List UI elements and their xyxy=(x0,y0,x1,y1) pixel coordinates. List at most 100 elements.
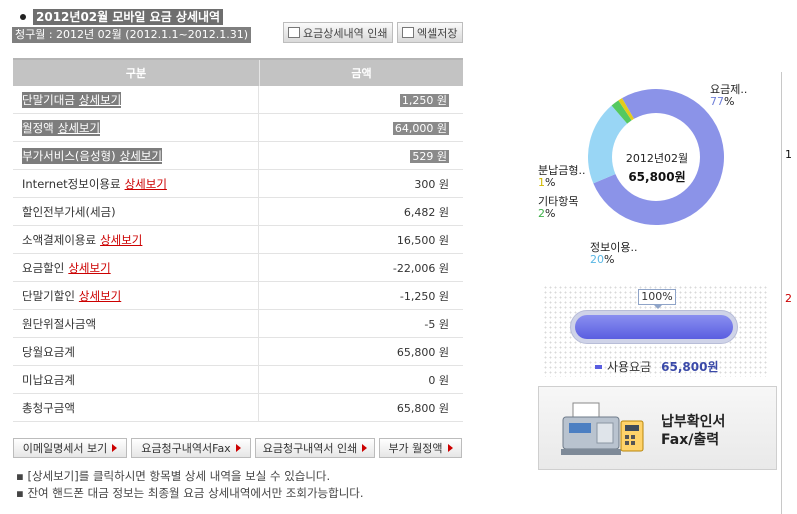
row-label-text: 할인전부가세(세금) xyxy=(22,204,116,219)
print-bill-button[interactable]: 요금청구내역서 인쇄 xyxy=(255,438,375,458)
note-device: ▪ 잔여 핸드폰 대금 정보는 최종월 요금 상세내역에서만 조회가능합니다. xyxy=(16,486,364,500)
row-amount: 300 원 xyxy=(259,176,463,192)
row-amount-text: -1,250 원 xyxy=(399,289,449,303)
print-details-label: 요금상세내역 인쇄 xyxy=(303,26,388,40)
row-label-text: 소액결제이용료 xyxy=(22,232,97,247)
payment-confirmation-fax-button[interactable]: 납부확인서 Fax/출력 xyxy=(538,386,777,470)
slice-label-info: 정보이용.. 20% xyxy=(590,242,637,266)
arrow-right-icon xyxy=(112,444,118,452)
row-amount: -5 원 xyxy=(259,316,463,332)
row-label: 요금할인 상세보기 xyxy=(13,254,259,281)
percent-sign: % xyxy=(724,95,735,108)
table-row: 부가서비스(음성형) 상세보기 529 원 xyxy=(13,142,463,170)
edge-fragment-2: 2 xyxy=(785,292,792,305)
arrow-right-icon xyxy=(362,444,368,452)
note-detail: ▪ [상세보기]를 클릭하시면 항목별 상세 내역을 보실 수 있습니다. xyxy=(16,469,331,483)
detail-link[interactable]: 상세보기 xyxy=(115,147,162,164)
charge-table: 구분 금액 단말기대금 상세보기 1,250 원 월정액 상세보기 64,000 원 부가서… xyxy=(13,58,463,422)
arrow-right-icon xyxy=(447,444,453,452)
table-row: 단말기할인 상세보기 -1,250 원 xyxy=(13,282,463,310)
row-amount-text: 65,800 원 xyxy=(396,401,449,415)
row-label-text: Internet정보이용료 xyxy=(22,176,121,191)
slice-label-info-percent: 20 xyxy=(590,253,604,266)
row-amount: 65,800 원 xyxy=(259,400,463,416)
detail-link[interactable]: 상세보기 xyxy=(100,232,142,248)
row-amount-text: 529 원 xyxy=(410,149,449,163)
row-label: 단말기대금 상세보기 xyxy=(13,86,259,113)
page-title: 2012년02월 모바일 요금 상세내역 xyxy=(33,9,224,25)
usage-percent-bubble: 100% xyxy=(638,289,676,309)
row-amount-text: 65,800 원 xyxy=(396,345,449,359)
note-detail-text: [상세보기]를 클릭하시면 항목별 상세 내역을 보실 수 있습니다. xyxy=(27,469,331,483)
email-statement-label: 이메일명세서 보기 xyxy=(22,442,108,455)
title-bullet-icon xyxy=(20,14,26,20)
row-amount-text: 300 원 xyxy=(414,177,449,191)
billing-period: 청구월 : 2012년 02월 (2012.1.1~2012.1.31) xyxy=(12,27,252,43)
legend-swatch-icon xyxy=(595,364,602,369)
row-label: 미납요금계 xyxy=(13,366,259,393)
row-label-text: 원단위절사금액 xyxy=(22,316,97,331)
detail-link[interactable]: 상세보기 xyxy=(125,176,167,192)
detail-link[interactable]: 상세보기 xyxy=(74,91,122,108)
table-row: 월정액 상세보기 64,000 원 xyxy=(13,114,463,142)
row-label-text: 부가서비스(음성형) xyxy=(22,147,116,164)
arrow-right-icon xyxy=(235,444,241,452)
slice-label-installment-percent: 1 xyxy=(538,176,545,189)
table-row: 미납요금계 0 원 xyxy=(13,366,463,394)
usage-legend-label: 사용요금 xyxy=(607,360,652,374)
right-panel-edge xyxy=(781,72,782,514)
row-label: 할인전부가세(세금) xyxy=(13,198,259,225)
row-label-text: 요금할인 xyxy=(22,260,65,275)
excel-icon xyxy=(402,27,414,38)
table-row: 총청구금액 65,800 원 xyxy=(13,394,463,422)
excel-save-button[interactable]: 엑셀저장 xyxy=(397,22,463,43)
row-amount-text: 16,500 원 xyxy=(396,233,449,247)
row-amount: -22,006 원 xyxy=(259,260,463,276)
detail-link[interactable]: 상세보기 xyxy=(53,119,101,136)
donut-center-total: 65,800원 xyxy=(628,170,686,184)
slice-label-installment: 분납금형.. 1% xyxy=(538,165,585,189)
row-amount: 1,250 원 xyxy=(259,92,463,108)
row-amount: 529 원 xyxy=(259,148,463,164)
email-statement-button[interactable]: 이메일명세서 보기 xyxy=(13,438,127,458)
col-item-header: 구분 xyxy=(125,67,147,80)
fax-line1: 납부확인서 xyxy=(661,414,726,430)
percent-sign: % xyxy=(545,207,556,220)
slice-label-etc: 기타항목 2% xyxy=(538,196,578,220)
row-amount: 6,482 원 xyxy=(259,204,463,220)
row-label-text: 당월요금계 xyxy=(22,344,75,359)
row-amount-text: -22,006 원 xyxy=(392,261,449,275)
vat-flat-button[interactable]: 부가 월정액 xyxy=(379,438,462,458)
detail-link[interactable]: 상세보기 xyxy=(79,288,121,304)
note-device-text: 잔여 핸드폰 대금 정보는 최종월 요금 상세내역에서만 조회가능합니다. xyxy=(27,486,364,500)
usage-legend: 사용요금 65,800원 xyxy=(595,358,719,375)
table-row: 할인전부가세(세금) 6,482 원 xyxy=(13,198,463,226)
row-amount-text: -5 원 xyxy=(424,317,449,331)
donut-center-month: 2012년02월 xyxy=(625,152,689,165)
row-amount: -1,250 원 xyxy=(259,288,463,304)
row-label: 총청구금액 xyxy=(13,394,259,421)
row-amount-text: 0 원 xyxy=(428,373,449,387)
fax-machine-icon xyxy=(561,402,644,455)
table-row: 단말기대금 상세보기 1,250 원 xyxy=(13,86,463,114)
donut-center: 2012년02월 65,800원 xyxy=(617,150,697,185)
detail-link[interactable]: 상세보기 xyxy=(68,260,110,276)
fax-bill-button[interactable]: 요금청구내역서Fax xyxy=(131,438,251,458)
fax-line2: Fax/출력 xyxy=(661,432,720,448)
edge-fragment-1: 1 xyxy=(785,148,792,161)
slice-label-plan-percent: 77 xyxy=(710,95,724,108)
table-row: 당월요금계 65,800 원 xyxy=(13,338,463,366)
print-bill-label: 요금청구내역서 인쇄 xyxy=(262,442,358,455)
table-row: Internet정보이용료 상세보기 300 원 xyxy=(13,170,463,198)
row-label-text: 미납요금계 xyxy=(22,372,75,387)
row-amount: 64,000 원 xyxy=(259,120,463,136)
fax-bill-label: 요금청구내역서Fax xyxy=(141,442,231,455)
table-header: 구분 금액 xyxy=(13,60,463,86)
row-label-text: 월정액 xyxy=(22,119,54,136)
percent-sign: % xyxy=(545,176,556,189)
print-details-button[interactable]: 요금상세내역 인쇄 xyxy=(283,22,393,43)
printer-icon xyxy=(288,27,300,38)
row-amount-text: 1,250 원 xyxy=(399,93,449,107)
row-label: 월정액 상세보기 xyxy=(13,114,259,141)
percent-sign: % xyxy=(604,253,615,266)
